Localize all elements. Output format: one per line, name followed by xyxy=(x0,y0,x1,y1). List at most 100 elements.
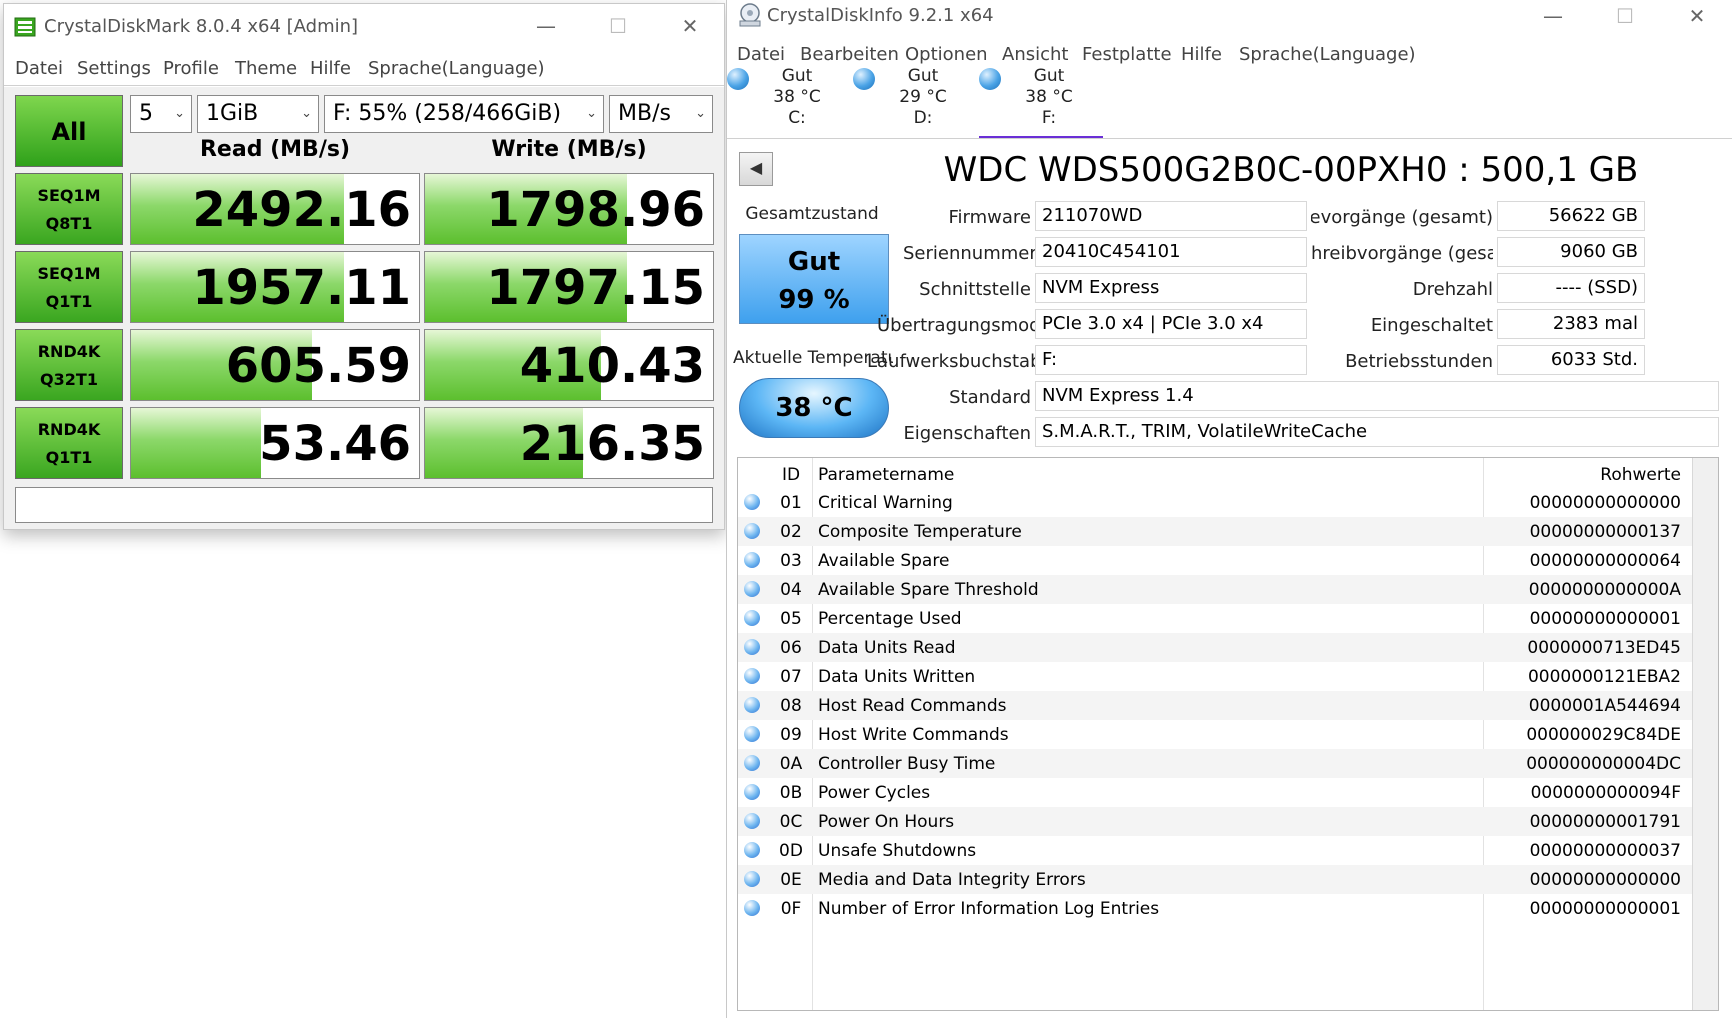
cdm-menu-language[interactable]: Sprache(Language) xyxy=(368,58,545,79)
attribute-id: 02 xyxy=(780,522,802,542)
chevron-down-icon: ⌄ xyxy=(695,106,706,121)
power-on-count-label: Eingeschaltet xyxy=(1370,315,1493,336)
attribute-id: 09 xyxy=(780,725,802,745)
interface-label: Schnittstelle xyxy=(919,279,1031,300)
cdi-menu-hilfe[interactable]: Hilfe xyxy=(1181,44,1222,65)
drive-tab-c[interactable]: Gut 38 °C C: xyxy=(727,66,847,138)
table-header-row: ID Parametername Rohwerte xyxy=(738,460,1693,489)
health-good-icon xyxy=(979,68,1001,90)
table-row[interactable]: 01 Critical Warning 00000000000000 xyxy=(738,488,1693,517)
test-button-seq1m-q8t1[interactable]: SEQ1M Q8T1 xyxy=(15,173,123,245)
attribute-name: Unsafe Shutdowns xyxy=(818,841,977,861)
test-button-rnd4k-q32t1[interactable]: RND4K Q32T1 xyxy=(15,329,123,401)
test-size-select[interactable]: 1GiB ⌄ xyxy=(197,95,319,133)
power-on-count-value: 2383 mal xyxy=(1497,309,1645,339)
serial-value: 20410C454101 xyxy=(1035,237,1307,267)
drive-tab-temp: 29 °C xyxy=(899,87,947,107)
drive-tab-temp: 38 °C xyxy=(1025,87,1073,107)
cdi-maximize-button[interactable]: ☐ xyxy=(1603,0,1647,32)
status-good-icon xyxy=(744,581,760,597)
cdi-menu-ansicht[interactable]: Ansicht xyxy=(1002,44,1068,65)
status-good-icon xyxy=(744,697,760,713)
health-good-icon xyxy=(853,68,875,90)
drive-tab-d[interactable]: Gut 29 °C D: xyxy=(853,66,973,138)
attribute-name: Number of Error Information Log Entries xyxy=(818,899,1160,919)
write-result-value: 1797.15 xyxy=(486,260,705,316)
cdm-menu-hilfe[interactable]: Hilfe xyxy=(310,58,351,79)
status-good-icon xyxy=(744,523,760,539)
table-row[interactable]: 0D Unsafe Shutdowns 00000000000037 xyxy=(738,836,1693,865)
column-header-name[interactable]: Parametername xyxy=(818,465,954,485)
cdm-maximize-button[interactable]: ☐ xyxy=(596,10,640,42)
power-on-hours-value: 6033 Std. xyxy=(1497,345,1645,375)
attribute-raw-value: 00000000000064 xyxy=(1529,551,1681,571)
cdi-menu-festplatte[interactable]: Festplatte xyxy=(1082,44,1172,65)
drive-tab-letter: C: xyxy=(788,108,806,128)
attribute-raw-value: 00000000000001 xyxy=(1529,899,1681,919)
test-count-select[interactable]: 5 ⌄ xyxy=(130,95,192,133)
firmware-label: Firmware xyxy=(948,207,1032,228)
write-result-value: 410.43 xyxy=(519,338,705,394)
unit-select[interactable]: MB/s ⌄ xyxy=(609,95,713,133)
cdm-menu-profile[interactable]: Profile xyxy=(163,58,219,79)
attribute-raw-value: 00000000000001 xyxy=(1529,609,1681,629)
smart-table-scrollbar[interactable] xyxy=(1692,458,1718,1010)
cdm-menu-theme[interactable]: Theme xyxy=(235,58,297,79)
table-row[interactable]: 04 Available Spare Threshold 00000000000… xyxy=(738,575,1693,604)
column-header-id[interactable]: ID xyxy=(768,465,814,485)
read-result-value: 605.59 xyxy=(225,338,411,394)
previous-drive-button[interactable]: ◀ xyxy=(739,152,773,186)
table-row[interactable]: 06 Data Units Read 0000000713ED45 xyxy=(738,633,1693,662)
attribute-raw-value: 00000000000137 xyxy=(1529,522,1681,542)
table-row[interactable]: 05 Percentage Used 00000000000001 xyxy=(738,604,1693,633)
attribute-id: 0A xyxy=(779,754,803,774)
cdi-menu-optionen[interactable]: Optionen xyxy=(905,44,988,65)
test-button-seq1m-q1t1[interactable]: SEQ1M Q1T1 xyxy=(15,251,123,323)
cdm-minimize-button[interactable]: — xyxy=(524,10,568,42)
cdm-close-button[interactable]: ✕ xyxy=(668,10,712,42)
cdm-titlebar: CrystalDiskMark 8.0.4 x64 [Admin] — ☐ ✕ xyxy=(4,4,724,48)
table-row[interactable]: 0F Number of Error Information Log Entri… xyxy=(738,894,1693,923)
cdi-menu-bearbeiten[interactable]: Bearbeiten xyxy=(800,44,899,65)
chevron-down-icon: ⌄ xyxy=(301,106,312,121)
table-row[interactable]: 0C Power On Hours 00000000001791 xyxy=(738,807,1693,836)
attribute-name: Power Cycles xyxy=(818,783,931,803)
table-row[interactable]: 02 Composite Temperature 00000000000137 xyxy=(738,517,1693,546)
unit-select-value: MB/s xyxy=(618,101,671,126)
attribute-name: Power On Hours xyxy=(818,812,955,832)
write-result-rnd4k-q1t1: 216.35 xyxy=(424,407,714,479)
health-status-text: Gut xyxy=(787,247,841,277)
status-good-icon xyxy=(744,639,760,655)
smart-attributes-table: ID Parametername Rohwerte 01 Critical Wa… xyxy=(737,457,1719,1011)
table-row[interactable]: 0B Power Cycles 0000000000094F xyxy=(738,778,1693,807)
cdm-menu-datei[interactable]: Datei xyxy=(15,58,63,79)
attribute-name: Available Spare xyxy=(818,551,950,571)
attribute-name: Data Units Read xyxy=(818,638,956,658)
comment-input[interactable] xyxy=(15,487,713,523)
write-result-seq1m-q8t1: 1798.96 xyxy=(424,173,714,245)
cdi-app-icon xyxy=(739,3,761,27)
health-percent-text: 99 % xyxy=(778,285,850,315)
cdi-minimize-button[interactable]: — xyxy=(1531,0,1575,32)
cdi-menu-datei[interactable]: Datei xyxy=(737,44,785,65)
table-row[interactable]: 09 Host Write Commands 000000029C84DE xyxy=(738,720,1693,749)
run-all-button[interactable]: All xyxy=(15,95,123,167)
cdi-menu-language[interactable]: Sprache(Language) xyxy=(1239,44,1416,65)
test-button-rnd4k-q1t1[interactable]: RND4K Q1T1 xyxy=(15,407,123,479)
table-row[interactable]: 0E Media and Data Integrity Errors 00000… xyxy=(738,865,1693,894)
table-row[interactable]: 08 Host Read Commands 0000001A544694 xyxy=(738,691,1693,720)
cdm-app-icon xyxy=(14,17,36,37)
drive-select[interactable]: F: 55% (258/466GiB) ⌄ xyxy=(324,95,604,133)
table-row[interactable]: 07 Data Units Written 0000000121EBA2 xyxy=(738,662,1693,691)
drive-tab-temp: 38 °C xyxy=(773,87,821,107)
cdm-menu-settings[interactable]: Settings xyxy=(77,58,151,79)
drive-letters-label: Laufwerksbuchstaben xyxy=(867,351,1064,372)
attribute-id: 04 xyxy=(780,580,802,600)
table-row[interactable]: 0A Controller Busy Time 000000000004DC xyxy=(738,749,1693,778)
read-result-value: 53.46 xyxy=(259,416,411,472)
cdi-close-button[interactable]: ✕ xyxy=(1675,0,1719,32)
column-header-raw[interactable]: Rohwerte xyxy=(1600,465,1681,485)
test-size-value: 1GiB xyxy=(206,101,259,126)
table-row[interactable]: 03 Available Spare 00000000000064 xyxy=(738,546,1693,575)
drive-tab-f[interactable]: Gut 38 °C F: xyxy=(979,66,1103,138)
